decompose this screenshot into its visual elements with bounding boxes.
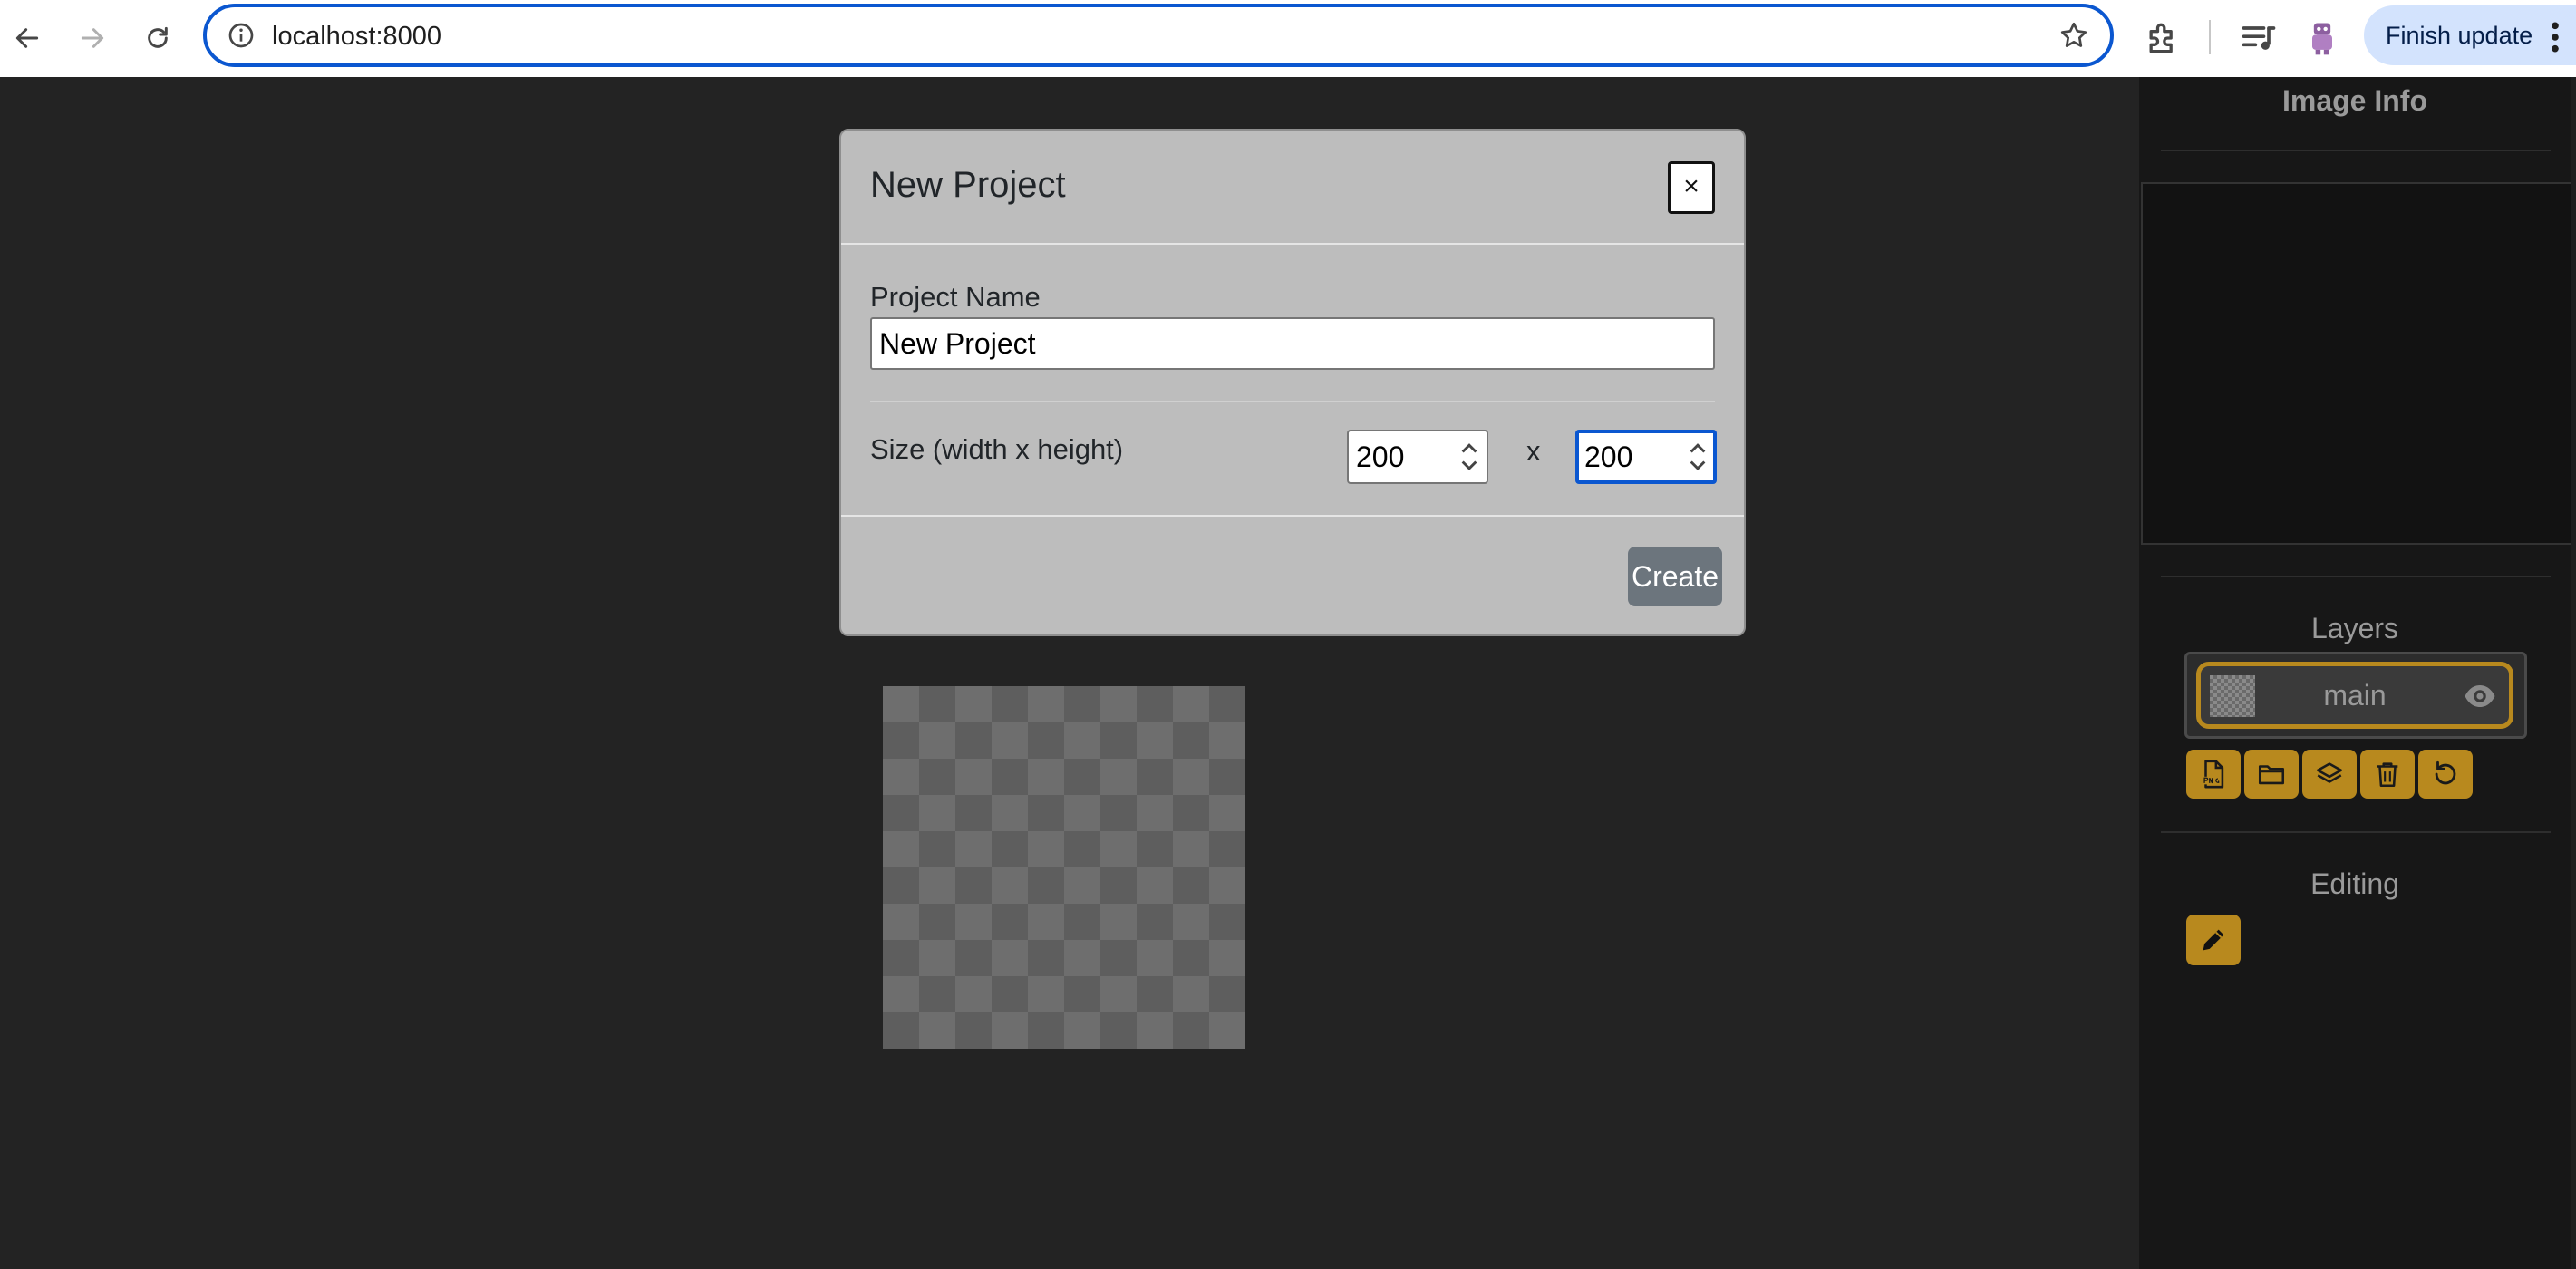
finish-update-button[interactable]: Finish update: [2364, 5, 2576, 65]
export-png-button[interactable]: [2186, 750, 2241, 799]
size-separator: x: [1526, 435, 1541, 467]
drawing-canvas[interactable]: [883, 686, 1245, 1049]
toolbar-divider: [2209, 20, 2211, 54]
field-divider: [870, 401, 1715, 402]
eye-icon[interactable]: [2464, 683, 2496, 710]
rotate-icon: [2435, 760, 2456, 785]
layer-item-selected[interactable]: main: [2196, 662, 2513, 729]
height-input[interactable]: 200: [1575, 430, 1717, 484]
pencil-icon: [2203, 929, 2224, 951]
create-button[interactable]: Create: [1628, 547, 1722, 606]
width-value[interactable]: 200: [1356, 441, 1404, 474]
reload-icon: [148, 26, 168, 48]
extensions-puzzle-icon[interactable]: [2143, 18, 2183, 58]
back-button[interactable]: [4, 15, 51, 62]
new-project-dialog: New Project × Project Name New Project S…: [839, 129, 1746, 636]
reset-layer-button[interactable]: [2418, 750, 2473, 799]
open-folder-button[interactable]: [2244, 750, 2299, 799]
width-stepper-icon[interactable]: [1459, 439, 1479, 475]
dialog-header-divider: [841, 243, 1744, 245]
panel-scrollbar[interactable]: [2571, 77, 2576, 1269]
layers-icon: [2316, 762, 2343, 783]
panel-divider: [2161, 150, 2551, 151]
width-input[interactable]: 200: [1347, 430, 1488, 484]
close-button[interactable]: ×: [1668, 161, 1715, 214]
side-panel: Image Info Layers main Editing: [2139, 77, 2576, 1269]
panel-divider: [2161, 831, 2551, 833]
dialog-title: New Project: [870, 165, 1066, 205]
height-value[interactable]: 200: [1584, 441, 1632, 474]
layer-name: main: [2323, 679, 2387, 712]
height-stepper-icon[interactable]: [1688, 439, 1708, 475]
add-layer-button[interactable]: [2302, 750, 2357, 799]
forward-arrow-icon: [81, 28, 104, 48]
panel-divider: [2161, 576, 2551, 577]
delete-layer-button[interactable]: [2360, 750, 2415, 799]
layers-title: Layers: [2310, 612, 2399, 644]
png-export-icon: [2203, 760, 2224, 789]
layer-item[interactable]: main: [2184, 652, 2527, 739]
layer-thumbnail: [2210, 675, 2255, 717]
url-text[interactable]: localhost:8000: [272, 22, 441, 51]
folder-icon: [2258, 765, 2285, 785]
browser-toolbar: localhost:8000 Finish update: [0, 0, 2576, 77]
media-queue-icon[interactable]: [2239, 18, 2279, 58]
reload-button[interactable]: [134, 15, 181, 62]
more-menu-icon[interactable]: [2551, 20, 2560, 54]
dialog-footer-divider: [841, 515, 1744, 517]
size-label: Size (width x height): [870, 433, 1124, 465]
trash-icon: [2377, 762, 2398, 788]
pencil-tool-button[interactable]: [2186, 915, 2241, 965]
project-name-input[interactable]: New Project: [870, 317, 1715, 370]
app-page: Image Info Layers main Editing New Proje…: [0, 77, 2576, 1269]
address-bar[interactable]: localhost:8000: [203, 4, 2114, 67]
bookmark-star-icon[interactable]: [2058, 19, 2090, 52]
site-info-icon[interactable]: [227, 21, 256, 50]
profile-avatar-icon[interactable]: [2302, 18, 2342, 58]
project-name-label: Project Name: [870, 281, 1041, 313]
back-arrow-icon: [15, 28, 39, 48]
image-preview: [2141, 182, 2572, 545]
forward-button[interactable]: [69, 15, 116, 62]
image-info-title: Image Info: [2281, 84, 2427, 117]
editing-title: Editing: [2310, 867, 2399, 900]
